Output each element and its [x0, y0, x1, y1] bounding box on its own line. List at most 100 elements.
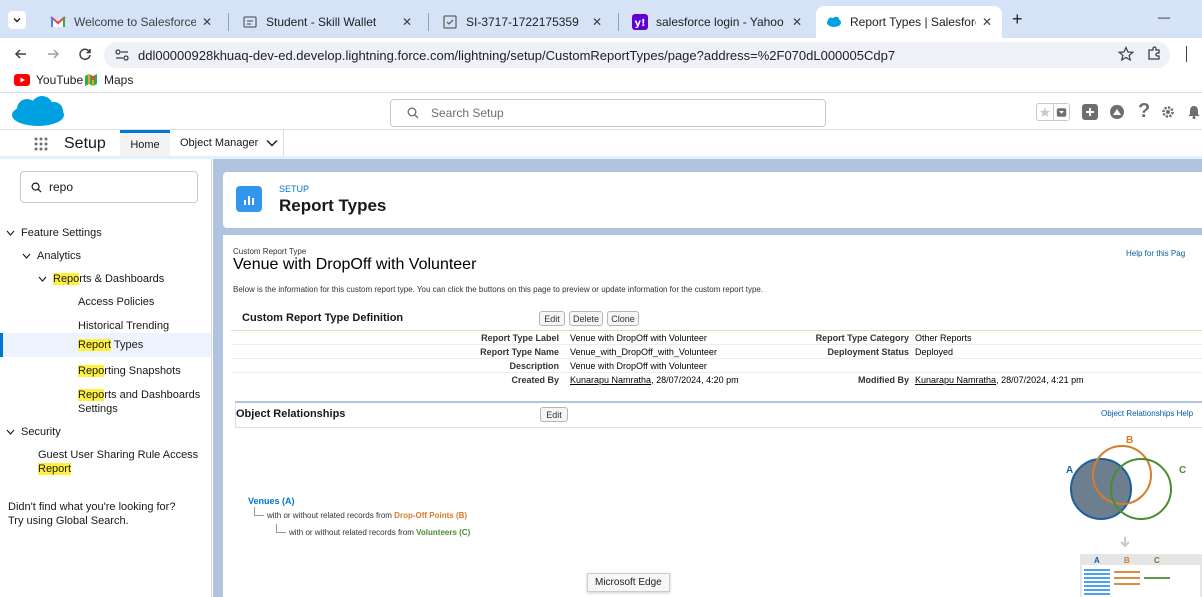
- address-bar[interactable]: ddl00000928khuaq-dev-ed.develop.lightnin…: [104, 42, 1170, 68]
- tree-access-policies[interactable]: Access Policies: [78, 295, 154, 309]
- tree-feature-settings[interactable]: Feature Settings: [6, 226, 102, 240]
- chevron-down-icon[interactable]: [266, 139, 278, 147]
- modified-date: , 28/07/2024, 4:21 pm: [996, 375, 1084, 385]
- tab-close-icon[interactable]: ✕: [982, 15, 992, 29]
- gear-icon[interactable]: [1160, 104, 1176, 120]
- relationships-heading: Object Relationships: [236, 408, 346, 420]
- relation-prefix: with or without related records from: [289, 528, 414, 537]
- search-placeholder: Search Setup: [431, 106, 504, 120]
- created-by-user-link[interactable]: Kunarapu Namratha: [570, 375, 651, 385]
- tab-close-icon[interactable]: ✕: [592, 15, 602, 29]
- tab-search-button[interactable]: [8, 11, 26, 29]
- trailhead-icon[interactable]: [1108, 104, 1126, 120]
- tree-security[interactable]: Security: [6, 425, 61, 439]
- object-volunteers: Volunteers (C): [416, 528, 471, 537]
- quick-find-input[interactable]: repo: [20, 171, 198, 203]
- tree-analytics[interactable]: Analytics: [22, 249, 81, 263]
- bookmark-star-icon[interactable]: [1118, 46, 1134, 62]
- search-highlight: Repo: [78, 389, 105, 401]
- forward-arrow-icon[interactable]: [46, 47, 60, 61]
- youtube-icon: [14, 74, 30, 86]
- tree-guest-user-sharing[interactable]: Guest User Sharing Rule Access Report: [38, 448, 198, 476]
- page-crumb: Custom Report Type: [233, 247, 307, 256]
- extensions-icon[interactable]: [1146, 46, 1162, 62]
- minimize-button[interactable]: —: [1158, 10, 1170, 24]
- tab-salesforce-verify[interactable]: Welcome to Salesforce: Verify y ✕: [40, 6, 222, 38]
- tree-label-line2: Settings: [78, 403, 118, 415]
- nav-tab-home[interactable]: Home: [120, 130, 170, 156]
- help-for-page-link[interactable]: Help for this Pag: [1126, 249, 1185, 258]
- tab-skill-wallet[interactable]: Student - Skill Wallet ✕: [232, 6, 422, 38]
- clone-button[interactable]: Clone: [607, 311, 639, 326]
- tree-reporting-snapshots[interactable]: Reporting Snapshots: [78, 364, 181, 378]
- tree-label: Guest User Sharing Rule Access: [38, 449, 199, 461]
- venn-label-b: B: [1126, 435, 1133, 446]
- tree-label-rest: rts and Dashboards: [104, 389, 201, 401]
- tab-title: SI-3717-1722175359: [466, 15, 579, 29]
- report-types-icon: [236, 186, 262, 212]
- reload-icon[interactable]: [78, 47, 92, 61]
- maps-icon: [85, 74, 97, 86]
- search-setup-input[interactable]: Search Setup: [390, 99, 826, 127]
- tab-close-icon[interactable]: ✕: [792, 15, 802, 29]
- search-icon: [407, 107, 419, 119]
- tree-historical-trending[interactable]: Historical Trending: [78, 319, 169, 333]
- tree-reports-dashboards[interactable]: Reports & Dashboards: [38, 272, 164, 286]
- global-actions-icon[interactable]: [1082, 104, 1098, 120]
- field-label: Report Type Label: [481, 333, 559, 343]
- chevron-down-icon: [22, 253, 31, 259]
- tab-close-icon[interactable]: ✕: [402, 15, 412, 29]
- search-icon: [31, 182, 42, 193]
- bookmark-youtube[interactable]: YouTube: [14, 73, 83, 87]
- bookmark-label: YouTube: [36, 73, 84, 87]
- relation-prefix: with or without related records from: [267, 511, 392, 520]
- field-label: Deployment Status: [827, 347, 909, 357]
- tab-report-types[interactable]: Report Types | Salesforce ✕: [816, 6, 1002, 38]
- field-value: Venue_with_DropOff_with_Volunteer: [570, 347, 717, 357]
- help-icon[interactable]: ?: [1138, 100, 1150, 123]
- back-arrow-icon[interactable]: [14, 47, 28, 61]
- salesforce-logo[interactable]: [10, 96, 66, 128]
- setup-nav-bar: Setup Home Object Manager: [0, 130, 1202, 159]
- tab-yahoo-search[interactable]: y! salesforce login - Yahoo India S ✕: [622, 6, 812, 38]
- setup-sidebar: repo Feature Settings Analytics Reports …: [0, 159, 212, 597]
- field-label: Description: [509, 361, 559, 371]
- report-type-name: Venue with DropOff with Volunteer: [233, 256, 477, 273]
- tab-title: Student - Skill Wallet: [266, 15, 377, 29]
- hint-line: Didn't find what you're looking for?: [8, 501, 176, 513]
- app-launcher-icon[interactable]: [34, 137, 48, 151]
- venn-diagram: A B C A B C: [1066, 435, 1202, 597]
- table-col-c: C: [1154, 556, 1160, 565]
- chevron-down-icon: [6, 230, 15, 236]
- field-value: Venue with DropOff with Volunteer: [570, 361, 707, 371]
- new-tab-button[interactable]: +: [1012, 10, 1023, 28]
- notification-bell-icon[interactable]: [1186, 104, 1202, 120]
- arrow-down-icon: [1120, 537, 1130, 548]
- delete-button[interactable]: Delete: [569, 311, 603, 326]
- nav-tab-object-manager[interactable]: Object Manager: [174, 130, 284, 156]
- tab-title: salesforce login - Yahoo India S: [656, 15, 786, 29]
- yahoo-icon: y!: [632, 14, 648, 30]
- svg-text:y!: y!: [634, 18, 645, 29]
- venn-label-a: A: [1066, 465, 1073, 476]
- tab-si-3717[interactable]: SI-3717-1722175359 ✕: [432, 6, 612, 38]
- table-col-b: B: [1124, 556, 1130, 565]
- field-value: Kunarapu Namratha, 28/07/2024, 4:21 pm: [915, 375, 1084, 385]
- tree-reports-dashboards-settings[interactable]: Reports and Dashboards Settings: [78, 388, 200, 416]
- tooltip: Microsoft Edge: [587, 573, 670, 592]
- quick-find-value: repo: [49, 180, 74, 194]
- tree-report-types-selected[interactable]: Report Types: [0, 333, 211, 357]
- field-label: Report Type Name: [480, 347, 559, 357]
- relationships-edit-button[interactable]: Edit: [540, 407, 568, 422]
- site-info-icon[interactable]: [114, 48, 130, 62]
- modified-by-user-link[interactable]: Kunarapu Namratha: [915, 375, 996, 385]
- field-label: Created By: [511, 375, 559, 385]
- field-value: Kunarapu Namratha, 28/07/2024, 4:20 pm: [570, 375, 739, 385]
- tree-label: Security: [21, 426, 61, 438]
- relationships-help-link[interactable]: Object Relationships Help: [1101, 409, 1193, 418]
- tab-close-icon[interactable]: ✕: [202, 15, 212, 29]
- intro-text: Below is the information for this custom…: [233, 285, 764, 294]
- bookmark-maps[interactable]: Maps: [84, 73, 133, 87]
- edit-button[interactable]: Edit: [539, 311, 565, 326]
- favorites-button[interactable]: [1036, 103, 1070, 121]
